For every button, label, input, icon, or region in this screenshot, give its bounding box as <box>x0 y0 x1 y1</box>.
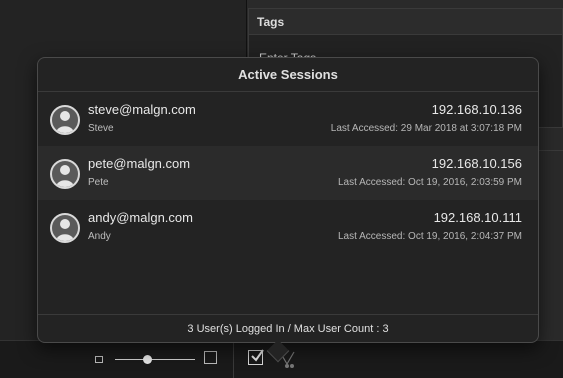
session-ip: 192.168.10.111 <box>433 210 522 225</box>
active-sessions-popover: Active Sessions steve@malgn.com Steve 19… <box>37 57 539 363</box>
checkbox-icon[interactable] <box>248 349 264 365</box>
zoom-large-icon[interactable] <box>204 351 217 364</box>
session-last-accessed: Last Accessed: 29 Mar 2018 at 3:07:18 PM <box>330 123 522 134</box>
session-name: Andy <box>88 231 111 242</box>
popover-title: Active Sessions <box>38 58 538 92</box>
user-avatar-icon <box>50 159 80 189</box>
session-email: pete@malgn.com <box>88 156 191 171</box>
toolbar-divider <box>233 340 234 378</box>
session-row[interactable]: steve@malgn.com Steve 192.168.10.136 Las… <box>38 92 538 146</box>
session-last-accessed: Last Accessed: Oct 19, 2016, 2:04:37 PM <box>338 231 522 242</box>
user-avatar-icon <box>50 105 80 135</box>
session-row[interactable]: andy@malgn.com Andy 192.168.10.111 Last … <box>38 200 538 254</box>
user-avatar-icon <box>50 213 80 243</box>
session-name: Pete <box>88 177 109 188</box>
zoom-slider-knob[interactable] <box>142 355 152 364</box>
session-ip: 192.168.10.156 <box>431 156 522 171</box>
popover-footer: 3 User(s) Logged In / Max User Count : 3 <box>38 314 538 342</box>
session-ip: 192.168.10.136 <box>431 102 522 117</box>
session-email: steve@malgn.com <box>88 102 196 117</box>
session-last-accessed: Last Accessed: Oct 19, 2016, 2:03:59 PM <box>338 177 522 188</box>
session-list: steve@malgn.com Steve 192.168.10.136 Las… <box>38 92 538 254</box>
session-name: Steve <box>88 123 114 134</box>
zoom-small-icon[interactable] <box>95 356 103 363</box>
session-row[interactable]: pete@malgn.com Pete 192.168.10.156 Last … <box>38 146 538 200</box>
tags-header: Tags <box>249 9 562 35</box>
session-email: andy@malgn.com <box>88 210 193 225</box>
zoom-slider[interactable] <box>115 359 195 360</box>
